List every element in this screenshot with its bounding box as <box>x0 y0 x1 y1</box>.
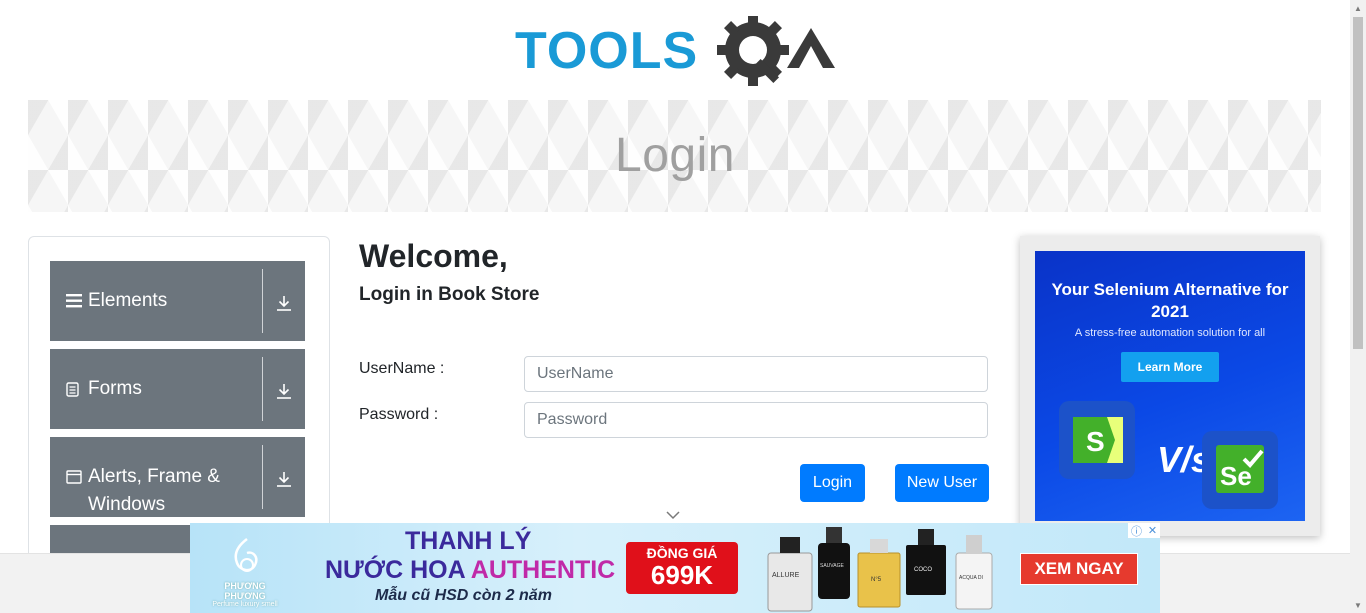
ad-brand: PHƯƠNG PHƯƠNG Perfume luxury smell <box>212 581 278 608</box>
chevron-down-icon[interactable] <box>666 510 680 520</box>
download-icon <box>276 383 292 404</box>
close-icon[interactable]: ✕ <box>1148 524 1157 537</box>
scroll-up-arrow-icon[interactable]: ▲ <box>1350 0 1366 16</box>
ad-cta-button[interactable]: XEM NGAY <box>1020 553 1138 585</box>
nav-group-elements[interactable]: Elements <box>50 261 305 341</box>
ad-headline-2: NƯỚC HOA AUTHENTIC <box>325 556 616 584</box>
new-user-button[interactable]: New User <box>895 464 989 502</box>
svg-text:N°5: N°5 <box>871 577 882 583</box>
svg-text:S: S <box>1086 426 1105 457</box>
password-input[interactable] <box>524 402 988 438</box>
nav-group-alerts[interactable]: Alerts, Frame & Windows <box>50 437 305 517</box>
ad-headline-1: THANH LÝ <box>405 527 532 555</box>
vertical-scrollbar[interactable]: ▲ ▼ <box>1350 0 1366 613</box>
username-label: UserName : <box>359 360 445 377</box>
svg-text:COCO: COCO <box>914 567 932 573</box>
selenium-logo-icon: Se <box>1202 431 1278 509</box>
right-ad[interactable]: Your Selenium Alternative for 2021 A str… <box>1035 251 1305 521</box>
page-title: Login <box>615 129 735 182</box>
login-button[interactable]: Login <box>800 464 865 502</box>
nav-group-label: Forms <box>88 378 142 399</box>
nav-group-forms[interactable]: Forms <box>50 349 305 429</box>
svg-text:ACQUA DI: ACQUA DI <box>959 575 983 581</box>
divider <box>262 269 263 333</box>
divider <box>262 357 263 421</box>
scroll-down-arrow-icon[interactable]: ▼ <box>1350 597 1366 613</box>
window-icon <box>66 463 88 519</box>
toolsqa-logo-graphic: TOOLS <box>515 14 835 86</box>
svg-text:ALLURE: ALLURE <box>772 572 800 579</box>
logo-letter-a <box>787 28 835 68</box>
divider <box>262 445 263 509</box>
info-icon[interactable]: ⓘ <box>1131 523 1142 539</box>
ad-price-badge: ĐỒNG GIÁ 699K <box>626 542 738 594</box>
scroll-thumb[interactable] <box>1353 17 1363 349</box>
ad-headline-3: Mẫu cũ HSD còn 2 năm <box>375 587 552 604</box>
svg-text:Se: Se <box>1220 461 1252 491</box>
login-subheading: Login in Book Store <box>359 284 540 305</box>
password-label: Password : <box>359 406 439 423</box>
perfume-bottles-image: ALLURE SAUVAGE N°5 COCO ACQUA DI <box>767 527 993 612</box>
sauce-logo-icon: S <box>1059 401 1135 479</box>
username-input[interactable] <box>524 356 988 392</box>
page: TOOLS Login Elements Forms Alerts, Frame… <box>0 0 1350 613</box>
download-icon <box>276 471 292 492</box>
gear-icon <box>717 14 789 86</box>
toolsqa-logo[interactable]: TOOLS <box>515 14 840 91</box>
nav-group-label: Elements <box>88 290 168 311</box>
logo-text-tools: TOOLS <box>515 22 698 80</box>
bottom-ad[interactable]: PHƯƠNG PHƯƠNG Perfume luxury smell THANH… <box>190 523 1160 613</box>
welcome-heading: Welcome, <box>359 238 508 274</box>
ad-title: Your Selenium Alternative for 2021 <box>1051 280 1289 321</box>
perfume-brand-logo-icon <box>234 538 258 572</box>
form-icon <box>66 375 88 403</box>
svg-text:SAUVAGE: SAUVAGE <box>820 563 844 569</box>
ad-subtitle: A stress-free automation solution for al… <box>1074 327 1266 339</box>
download-icon <box>276 295 292 316</box>
hamburger-icon <box>66 287 88 315</box>
ad-learn-more-button[interactable]: Learn More <box>1121 352 1219 382</box>
ad-close-controls[interactable]: ⓘ ✕ <box>1128 523 1160 538</box>
nav-group-label: Alerts, Frame & Windows <box>88 466 220 515</box>
